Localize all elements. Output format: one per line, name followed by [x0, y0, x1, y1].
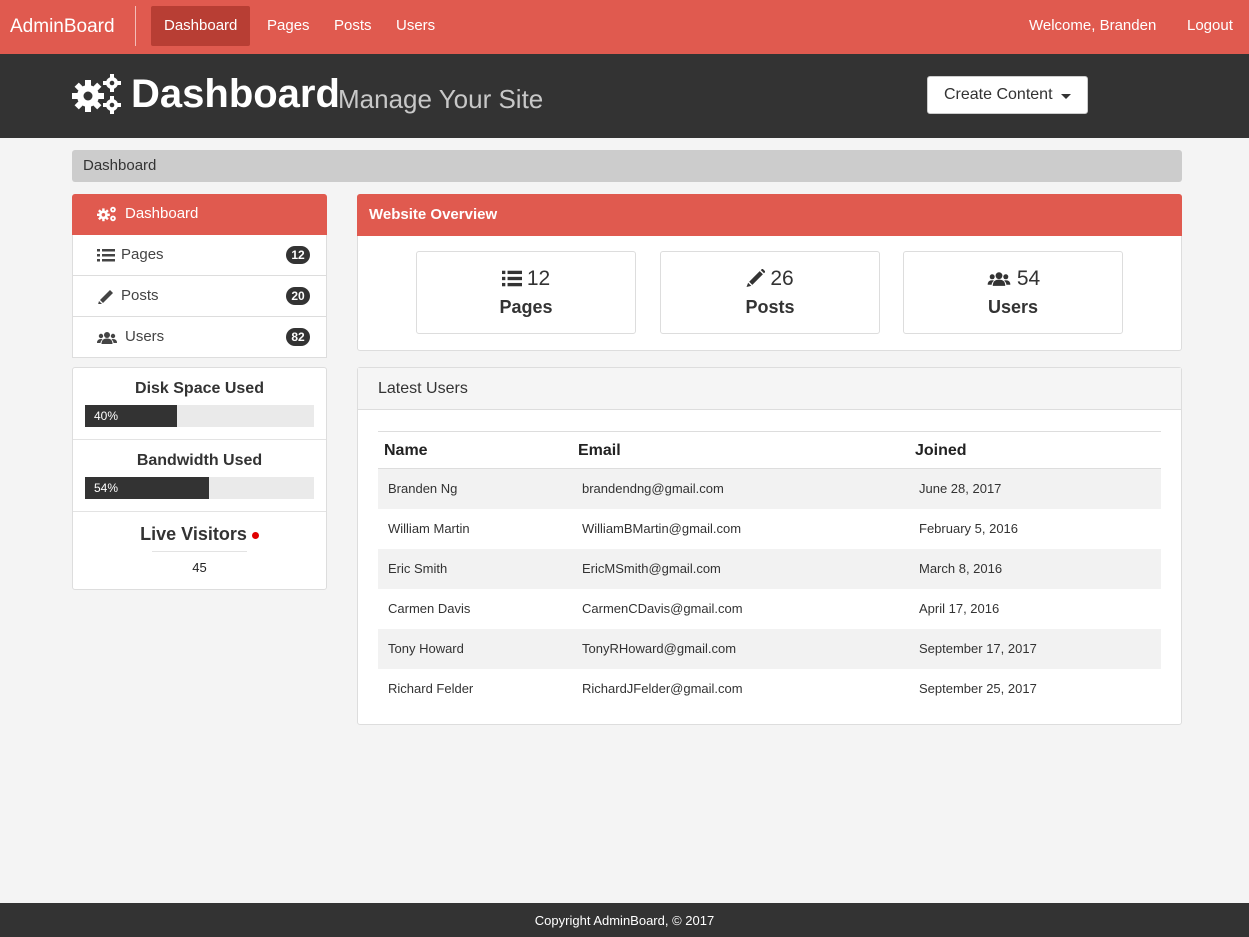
table-row: William Martin WilliamBMartin@gmail.com … — [378, 509, 1161, 549]
users-count-badge: 82 — [286, 328, 310, 346]
table-row: Richard Felder RichardJFelder@gmail.com … — [378, 669, 1161, 709]
disk-space-block: Disk Space Used 40% — [73, 368, 326, 440]
gears-icon — [72, 74, 121, 114]
bandwidth-progress: 54% — [85, 477, 314, 499]
breadcrumb: Dashboard — [72, 150, 1182, 182]
disk-space-title: Disk Space Used — [135, 380, 264, 397]
pencil-icon — [746, 268, 766, 287]
brand-divider — [135, 6, 136, 46]
sidebar-item-label: Users — [125, 328, 165, 345]
users-icon — [97, 332, 117, 344]
column-header-email: Email — [578, 442, 621, 459]
nav-users[interactable]: Users — [396, 6, 435, 46]
column-header-name: Name — [384, 442, 428, 459]
stats-panel: Disk Space Used 40% Bandwidth Used 54% L… — [72, 367, 327, 590]
create-content-dropdown[interactable]: Create Content — [927, 76, 1088, 114]
overview-card-users: 54 Users — [903, 251, 1123, 334]
top-navbar: AdminBoard Dashboard Pages Posts Users W… — [0, 0, 1249, 54]
latest-users-title: Latest Users — [358, 368, 1181, 410]
user-email-cell: EricMSmith@gmail.com — [582, 561, 721, 576]
sidebar-item-label: Dashboard — [125, 205, 199, 222]
sidebar-item-pages[interactable]: Pages 12 — [72, 235, 327, 276]
overview-users-value-row: 54 — [904, 266, 1122, 292]
table-row: Tony Howard TonyRHoward@gmail.com Septem… — [378, 629, 1161, 669]
live-visitors-label: Live Visitors — [140, 524, 247, 544]
caret-down-icon — [1061, 94, 1071, 99]
overview-posts-value-row: 26 — [661, 266, 879, 292]
pencil-icon — [98, 290, 113, 304]
overview-pages-value: 12 — [526, 267, 551, 290]
bandwidth-title: Bandwidth Used — [136, 452, 263, 469]
disk-space-progress: 40% — [85, 405, 314, 427]
overview-posts-value: 26 — [770, 267, 794, 290]
column-header-joined: Joined — [915, 442, 967, 459]
breadcrumb-item: Dashboard — [83, 157, 157, 174]
user-joined-cell: September 17, 2017 — [919, 641, 1037, 656]
page-title: Dashboard — [131, 72, 340, 116]
create-content-label: Create Content — [944, 86, 1053, 103]
user-joined-cell: April 17, 2016 — [919, 601, 1000, 616]
overview-card-posts: 26 Posts — [660, 251, 880, 334]
users-table: Name Email Joined Branden Ng brandendng@… — [378, 431, 1161, 709]
user-name-cell: Eric Smith — [388, 561, 448, 576]
live-visitors-title: Live Visitors — [73, 524, 326, 545]
user-name-cell: Tony Howard — [388, 641, 464, 656]
overview-pages-label: Pages — [499, 297, 553, 317]
table-row: Eric Smith EricMSmith@gmail.com March 8,… — [378, 549, 1161, 589]
sidebar-item-users[interactable]: Users 82 — [72, 317, 327, 358]
user-email-cell: WilliamBMartin@gmail.com — [582, 521, 742, 536]
user-name-cell: Richard Felder — [388, 681, 474, 696]
brand-link[interactable]: AdminBoard — [10, 15, 115, 39]
website-overview-title: Website Overview — [357, 194, 1182, 236]
nav-pages[interactable]: Pages — [267, 6, 310, 46]
page-subtitle: Manage Your Site — [338, 84, 544, 114]
list-icon — [501, 270, 522, 287]
live-visitors-divider — [152, 551, 247, 552]
sidebar-item-dashboard[interactable]: Dashboard — [72, 194, 327, 235]
bandwidth-progress-fill: 54% — [85, 477, 209, 499]
user-email-cell: brandendng@gmail.com — [582, 481, 724, 496]
list-icon — [97, 249, 115, 262]
nav-welcome[interactable]: Welcome, Branden — [1029, 6, 1156, 46]
overview-pages-value-row: 12 — [417, 266, 635, 292]
overview-card-pages: 12 Pages — [416, 251, 636, 334]
pages-count-badge: 12 — [286, 246, 310, 264]
sidebar-menu: Dashboard Pages 12 Posts 20 Users 82 — [72, 194, 327, 358]
table-row: Carmen Davis CarmenCDavis@gmail.com Apri… — [378, 589, 1161, 629]
sidebar-item-posts[interactable]: Posts 20 — [72, 276, 327, 317]
page-footer: Copyright AdminBoard, © 2017 — [0, 903, 1249, 937]
page-header: Dashboard Manage Your Site Create Conten… — [0, 54, 1249, 138]
gears-icon — [97, 206, 116, 222]
user-joined-cell: September 25, 2017 — [919, 681, 1037, 696]
live-dot-icon — [251, 532, 259, 539]
user-name-cell: Carmen Davis — [388, 601, 471, 616]
user-name-cell: Branden Ng — [388, 481, 458, 496]
user-joined-cell: March 8, 2016 — [919, 561, 1003, 576]
bandwidth-block: Bandwidth Used 54% — [73, 440, 326, 512]
user-email-cell: TonyRHoward@gmail.com — [582, 641, 737, 656]
overview-users-label: Users — [987, 297, 1039, 317]
website-overview-panel: Website Overview 12 Pages 26 Posts 54 Us… — [357, 194, 1182, 351]
table-header-row: Name Email Joined — [378, 432, 1161, 469]
user-joined-cell: February 5, 2016 — [919, 521, 1019, 536]
nav-logout[interactable]: Logout — [1187, 6, 1233, 46]
sidebar-item-label: Pages — [121, 246, 164, 263]
overview-posts-label: Posts — [745, 297, 795, 317]
overview-users-value: 54 — [1016, 267, 1041, 290]
nav-posts[interactable]: Posts — [334, 6, 372, 46]
user-email-cell: CarmenCDavis@gmail.com — [582, 601, 743, 616]
user-joined-cell: June 28, 2017 — [919, 481, 1002, 496]
nav-dashboard[interactable]: Dashboard — [151, 6, 251, 46]
latest-users-panel: Latest Users Name Email Joined Branden N… — [357, 367, 1182, 725]
user-name-cell: William Martin — [388, 521, 470, 536]
disk-space-progress-fill: 40% — [85, 405, 177, 427]
copyright-text: Copyright AdminBoard, © 2017 — [534, 913, 715, 928]
table-row: Branden Ng brandendng@gmail.com June 28,… — [378, 469, 1161, 509]
posts-count-badge: 20 — [286, 287, 310, 305]
users-icon — [987, 272, 1011, 286]
live-visitors-count: 45 — [192, 560, 207, 575]
user-email-cell: RichardJFelder@gmail.com — [582, 681, 743, 696]
sidebar-item-label: Posts — [121, 287, 159, 304]
